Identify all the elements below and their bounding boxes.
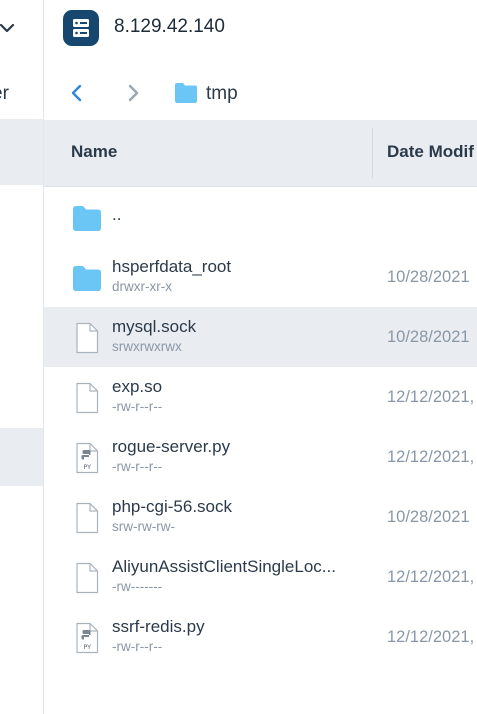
file-icon bbox=[76, 322, 99, 354]
file-permissions: srwxrwxrwx bbox=[112, 339, 182, 354]
file-name: hsperfdata_root bbox=[112, 257, 232, 276]
server-icon bbox=[63, 10, 99, 46]
file-name: AliyunAssistClientSingleLoc... bbox=[112, 557, 336, 576]
folder-icon bbox=[73, 206, 101, 231]
file-row[interactable]: exp.so -rw-r--r-- 12/12/2021, bbox=[44, 367, 477, 427]
file-name: php-cgi-56.sock bbox=[112, 497, 233, 516]
file-list: .. hsperfdata_root drwxr-xr-x 10/28/2021… bbox=[44, 187, 477, 667]
host-title: 8.129.42.140 bbox=[114, 16, 225, 37]
file-permissions: -rw-r--r-- bbox=[112, 459, 163, 474]
current-path[interactable]: tmp bbox=[206, 83, 238, 105]
file-icon bbox=[76, 562, 99, 594]
path-bar: tmp bbox=[44, 66, 477, 118]
file-browser: 8.129.42.140 tmp Name Date Modif .. hspe… bbox=[44, 0, 477, 714]
file-permissions: srw-rw-rw- bbox=[112, 519, 175, 534]
file-date: 12/12/2021, bbox=[387, 448, 475, 466]
file-permissions: -rw-r--r-- bbox=[112, 639, 163, 654]
file-date: 10/28/2021 bbox=[387, 328, 470, 346]
file-permissions: -rw-r--r-- bbox=[112, 399, 163, 414]
svg-text:PY: PY bbox=[83, 643, 91, 651]
file-row-selected[interactable]: mysql.sock srwxrwxrwx 10/28/2021 bbox=[44, 307, 477, 367]
file-name: .. bbox=[112, 205, 122, 224]
file-permissions: -rw------- bbox=[112, 579, 163, 594]
chevron-down-icon[interactable] bbox=[0, 20, 16, 38]
sidebar-selected-item[interactable] bbox=[0, 428, 43, 486]
sidebar: er bbox=[0, 0, 44, 714]
sidebar-header-band bbox=[0, 119, 43, 185]
file-date: 10/28/2021 bbox=[387, 508, 470, 526]
file-name: rogue-server.py bbox=[112, 437, 231, 456]
file-date: 12/12/2021, bbox=[387, 628, 475, 646]
file-name: exp.so bbox=[112, 377, 163, 396]
column-divider[interactable] bbox=[372, 128, 373, 178]
title-bar: 8.129.42.140 bbox=[44, 0, 477, 58]
file-row[interactable]: PY rogue-server.py -rw-r--r-- 12/12/2021… bbox=[44, 427, 477, 487]
folder-icon bbox=[175, 83, 197, 103]
table-header: Name Date Modif bbox=[44, 120, 477, 187]
file-row[interactable]: PY ssrf-redis.py -rw-r--r-- 12/12/2021, bbox=[44, 607, 477, 667]
column-header-date[interactable]: Date Modif bbox=[387, 142, 474, 162]
forward-arrow-icon[interactable] bbox=[122, 82, 144, 104]
file-name: ssrf-redis.py bbox=[112, 617, 205, 636]
file-row[interactable]: AliyunAssistClientSingleLoc... -rw------… bbox=[44, 547, 477, 607]
file-name: mysql.sock bbox=[112, 317, 197, 336]
file-date: 12/12/2021, bbox=[387, 568, 475, 586]
sidebar-partial-label: er bbox=[0, 83, 9, 104]
svg-text:PY: PY bbox=[83, 463, 91, 471]
python-file-icon: PY bbox=[76, 442, 99, 474]
file-date: 10/28/2021 bbox=[387, 268, 470, 286]
folder-icon bbox=[73, 266, 101, 291]
file-icon bbox=[76, 382, 99, 414]
file-row-parent[interactable]: .. bbox=[44, 187, 477, 247]
file-row[interactable]: php-cgi-56.sock srw-rw-rw- 10/28/2021 bbox=[44, 487, 477, 547]
file-permissions: drwxr-xr-x bbox=[112, 279, 172, 294]
file-icon bbox=[76, 502, 99, 534]
back-arrow-icon[interactable] bbox=[66, 82, 88, 104]
file-row[interactable]: hsperfdata_root drwxr-xr-x 10/28/2021 bbox=[44, 247, 477, 307]
column-header-name[interactable]: Name bbox=[71, 142, 117, 162]
python-file-icon: PY bbox=[76, 622, 99, 654]
file-date: 12/12/2021, bbox=[387, 388, 475, 406]
